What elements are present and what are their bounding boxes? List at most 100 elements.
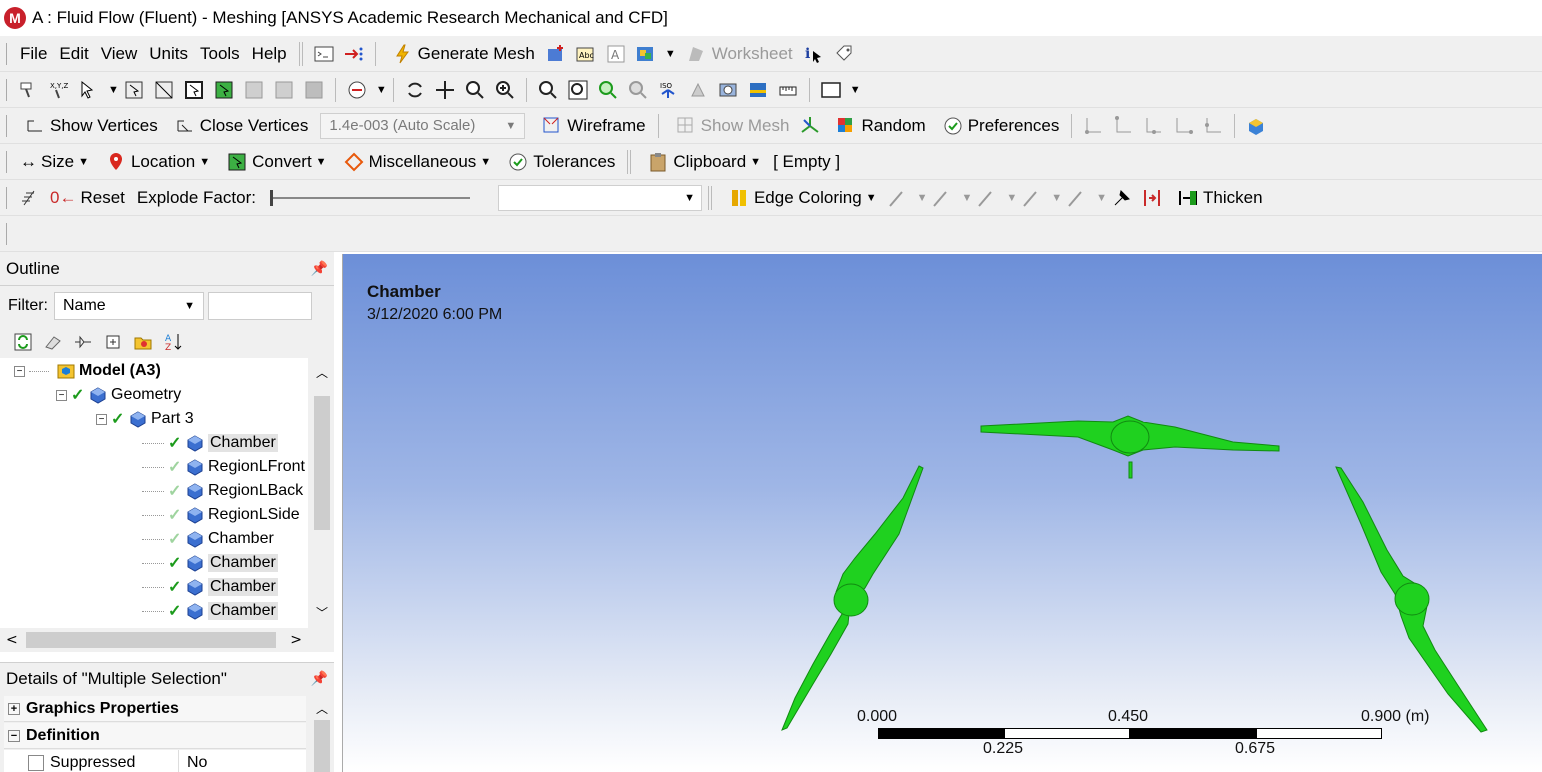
collapse-toggle-icon[interactable]: −	[14, 365, 25, 377]
select-node-icon[interactable]	[243, 79, 265, 101]
scroll-right-icon[interactable]: >	[290, 632, 302, 648]
edge-thickness-icon-3[interactable]	[976, 187, 998, 209]
coordinate-probe-icon[interactable]: X,Y,Z	[48, 79, 70, 101]
pin-icon[interactable]: 📌	[311, 670, 328, 687]
sort-az-icon[interactable]: AZ	[162, 331, 184, 353]
location-menu-button[interactable]: Location ▼	[95, 148, 216, 176]
collapse-environments-icon[interactable]	[42, 331, 64, 353]
explode-assembly-combo[interactable]: ▼	[497, 184, 702, 211]
image-capture-icon[interactable]	[747, 79, 769, 101]
isometric-view-icon[interactable]: ISO	[657, 79, 679, 101]
toolbar-grip[interactable]	[6, 150, 8, 173]
collapse-toggle-icon[interactable]: −	[56, 389, 67, 401]
blade-right[interactable]	[1335, 466, 1488, 733]
wireframe-button[interactable]: Wireframe	[531, 112, 651, 140]
details-vertical-scrollbar[interactable]: ︿	[308, 694, 334, 772]
edge-thickness-dropdown-5[interactable]: ▼	[1096, 192, 1107, 204]
tree-node-body[interactable]: ✓ RegionLFront	[142, 455, 334, 479]
scroll-left-icon[interactable]: <	[6, 632, 18, 648]
menu-units[interactable]: Units	[143, 40, 194, 68]
select-vertex-icon[interactable]	[123, 79, 145, 101]
edge-thickness-dropdown-4[interactable]: ▼	[1051, 192, 1062, 204]
edge-direction-icon-1[interactable]	[1082, 115, 1104, 137]
tree-node-body[interactable]: ✓ Chamber	[142, 551, 334, 575]
tree-node-body[interactable]: ✓ Chamber	[142, 527, 334, 551]
edge-direction-icon-5[interactable]	[1202, 115, 1224, 137]
extend-selection-icon[interactable]	[346, 79, 368, 101]
scrollbar-thumb[interactable]	[26, 632, 276, 648]
slider-thumb[interactable]	[269, 189, 273, 206]
menu-view[interactable]: View	[95, 40, 144, 68]
tree-node-body[interactable]: ✓ RegionLBack	[142, 479, 334, 503]
geometry-view[interactable]	[343, 254, 1542, 772]
axes-triad-icon[interactable]	[799, 115, 821, 137]
size-menu-button[interactable]: ↔ Size ▼	[14, 148, 95, 176]
filter-search-input[interactable]	[208, 292, 312, 320]
tree-node-part[interactable]: − ✓ Part 3	[96, 407, 334, 431]
tree-node-model[interactable]: − Model (A3)	[14, 359, 320, 383]
refresh-tree-icon[interactable]	[12, 331, 34, 353]
thicken-button[interactable]: Thicken	[1167, 184, 1269, 212]
split-edge-icon[interactable]	[1141, 187, 1163, 209]
magnifier-window-icon[interactable]	[567, 79, 589, 101]
tree-vertical-scrollbar[interactable]: ︿ ﹀	[308, 358, 334, 628]
edge-thickness-icon-2[interactable]	[931, 187, 953, 209]
tree-node-body[interactable]: ✓ Chamber	[142, 575, 334, 599]
scrollbar-thumb[interactable]	[314, 720, 330, 772]
set-view-icon[interactable]	[687, 79, 709, 101]
tag-icon[interactable]	[833, 43, 855, 65]
toolbar-grip[interactable]	[6, 78, 8, 101]
collapse-models-icon[interactable]	[72, 331, 94, 353]
help-cube-icon[interactable]	[1245, 115, 1267, 137]
generate-mesh-button[interactable]: Generate Mesh	[382, 40, 541, 68]
named-selection-arrow-icon[interactable]	[343, 43, 365, 65]
select-element-icon[interactable]	[303, 79, 325, 101]
ruler-icon[interactable]	[777, 79, 799, 101]
next-view-icon[interactable]	[627, 79, 649, 101]
viewport-layout-dropdown-icon[interactable]: ▼	[850, 84, 861, 96]
edge-direction-icon-3[interactable]	[1142, 115, 1164, 137]
edge-thickness-icon-5[interactable]	[1066, 187, 1088, 209]
scroll-up-icon[interactable]: ︿	[316, 364, 328, 381]
menu-help[interactable]: Help	[246, 40, 293, 68]
zoom-icon[interactable]	[464, 79, 486, 101]
previous-view-icon[interactable]	[597, 79, 619, 101]
toolbar-grip[interactable]	[6, 222, 8, 245]
tree-node-body[interactable]: ✓ RegionLSide	[142, 503, 334, 527]
suppressed-checkbox[interactable]	[28, 754, 44, 771]
miscellaneous-menu-button[interactable]: Miscellaneous ▼	[333, 148, 498, 176]
select-face-icon[interactable]	[183, 79, 205, 101]
edge-direction-icon-2[interactable]	[1112, 115, 1134, 137]
collapse-toggle-icon[interactable]: −	[8, 729, 20, 742]
tree-node-body[interactable]: ✓ Chamber	[142, 431, 334, 455]
info-cursor-icon[interactable]: i	[803, 43, 825, 65]
select-mode-dropdown-icon[interactable]: ▼	[108, 84, 119, 96]
menu-edit[interactable]: Edit	[53, 40, 94, 68]
scroll-up-icon[interactable]: ︿	[316, 700, 328, 717]
worksheet-button[interactable]: Worksheet	[676, 40, 799, 68]
edge-thickness-icon-1[interactable]	[887, 187, 909, 209]
show-probe-icon[interactable]	[18, 79, 40, 101]
extend-selection-dropdown-icon[interactable]: ▼	[376, 84, 387, 96]
explode-view-icon[interactable]	[18, 187, 40, 209]
definition-section[interactable]: − Definition	[4, 723, 306, 749]
pin-icon[interactable]: 📌	[311, 260, 328, 277]
toolbar-grip[interactable]	[6, 186, 8, 209]
display-style-dropdown-icon[interactable]: ▼	[665, 48, 676, 60]
reset-explode-button[interactable]: 0← Reset	[44, 184, 131, 212]
edge-direction-icon-4[interactable]	[1172, 115, 1194, 137]
blade-left[interactable]	[781, 465, 924, 731]
folder-icon[interactable]	[132, 331, 154, 353]
tree-horizontal-scrollbar[interactable]: < >	[0, 628, 334, 652]
close-vertices-button[interactable]: Close Vertices	[164, 112, 315, 140]
edge-thickness-dropdown-3[interactable]: ▼	[1006, 192, 1017, 204]
edge-coloring-button[interactable]: Edge Coloring ▼	[718, 184, 883, 212]
zoom-to-fit-icon[interactable]	[537, 79, 559, 101]
edge-thickness-dropdown-2[interactable]: ▼	[961, 192, 972, 204]
tolerances-button[interactable]: Tolerances	[497, 148, 621, 176]
collapse-toggle-icon[interactable]: −	[96, 413, 107, 425]
hide-body-icon[interactable]	[717, 79, 739, 101]
scrollbar-thumb[interactable]	[314, 396, 330, 530]
insert-method-icon[interactable]	[545, 43, 567, 65]
annotation-icon[interactable]: A	[605, 43, 627, 65]
